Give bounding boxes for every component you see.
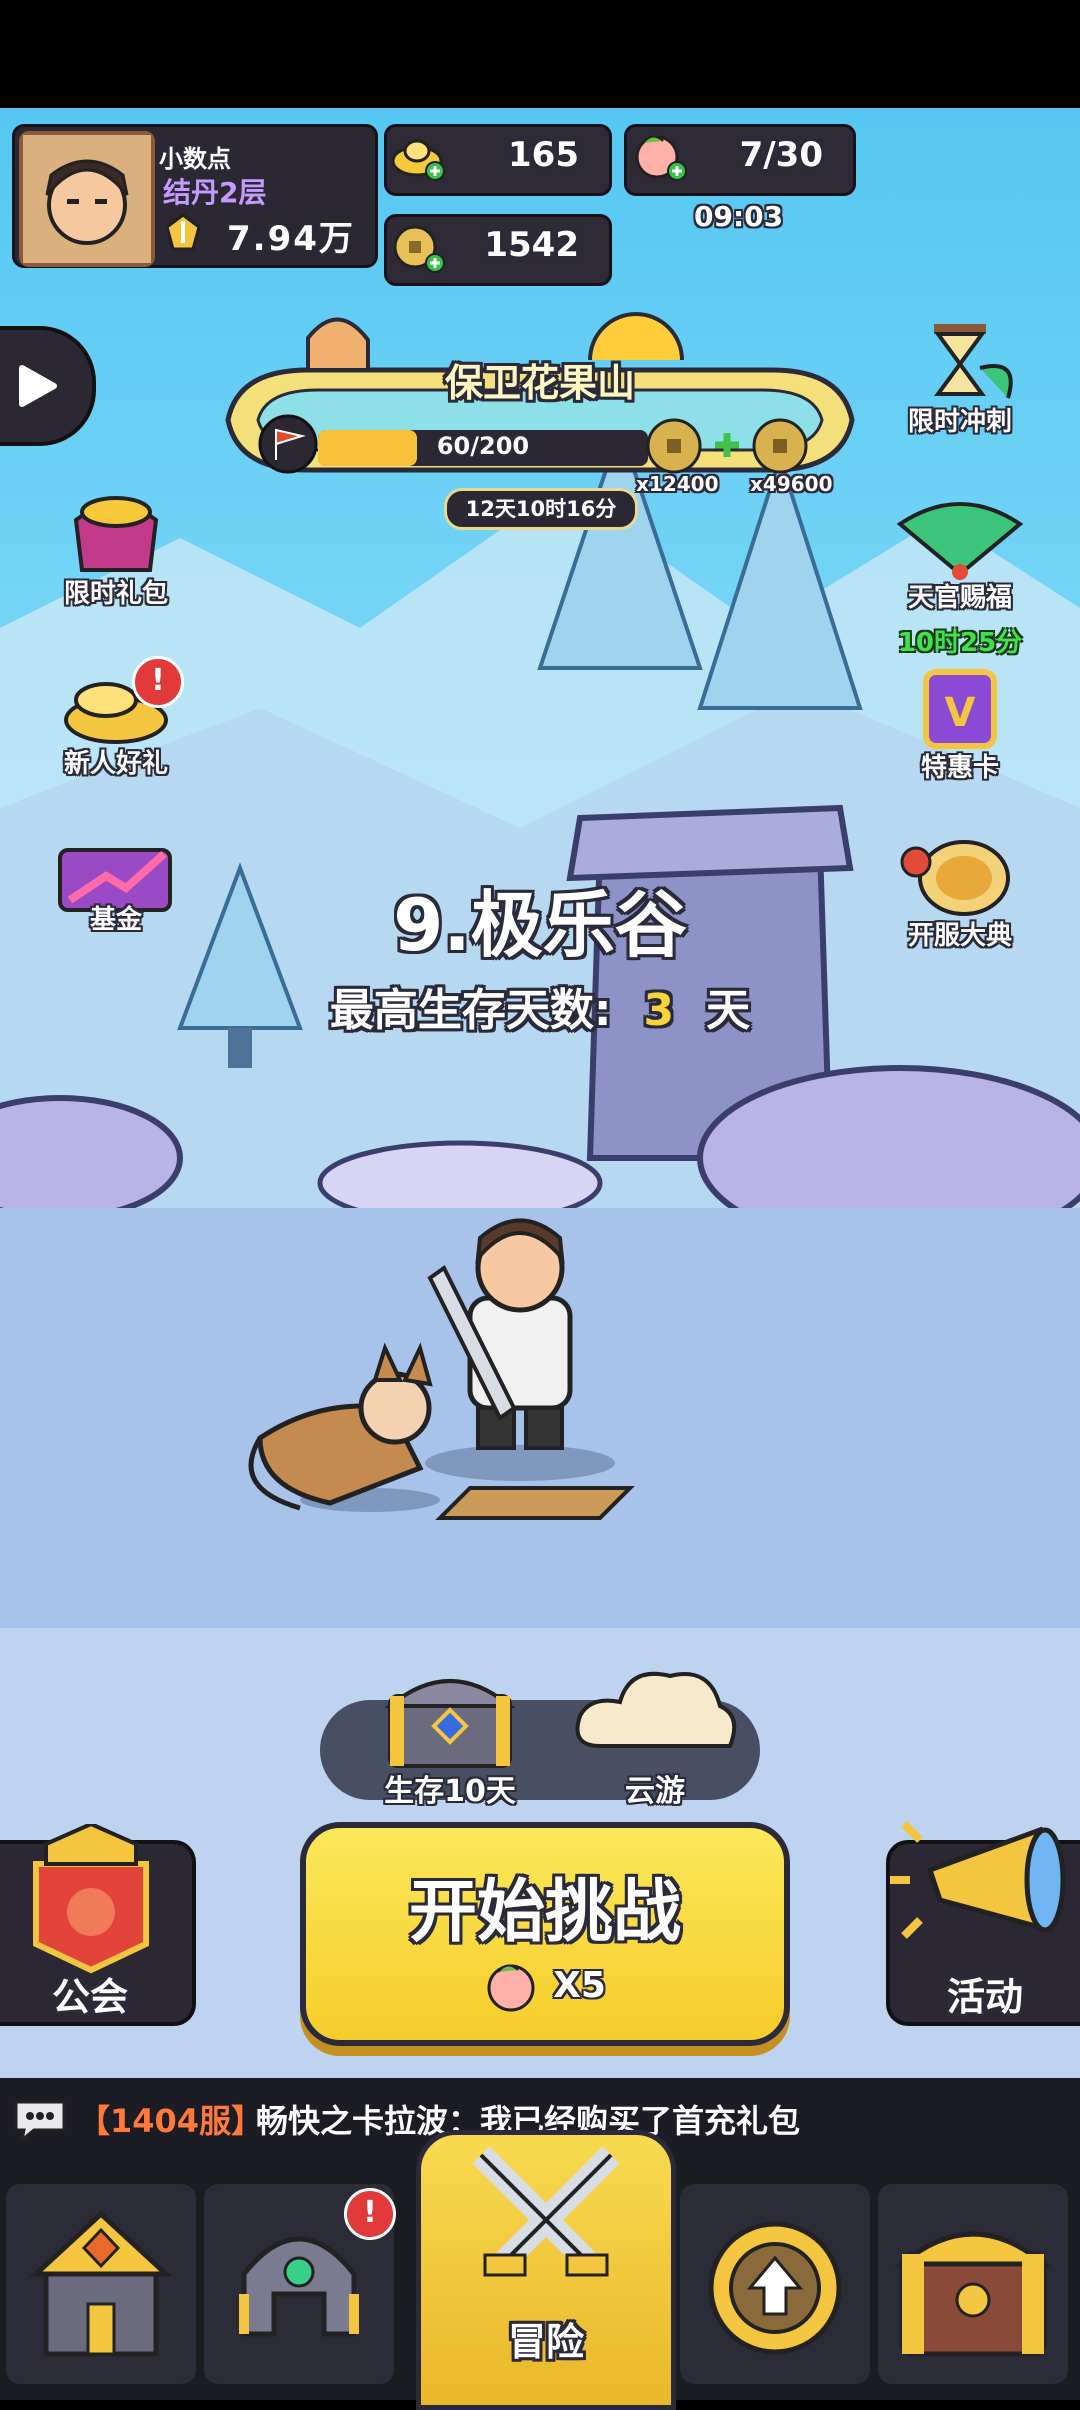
reward-coin-icon-2: [750, 416, 810, 476]
bottom-nav: ! 冒险: [0, 2130, 1080, 2410]
side-expand-button[interactable]: [0, 326, 96, 446]
reward-coin-icon-1: [644, 416, 704, 476]
player-name: 小数点: [159, 145, 231, 173]
limited-gift-label: 限时礼包: [63, 579, 168, 609]
reward-2-amount: x49600: [750, 472, 833, 496]
special-card-label: 特惠卡: [920, 753, 999, 783]
stamina-value: 7/30: [739, 135, 823, 175]
alert-badge-icon: !: [132, 656, 184, 708]
heavenly-blessing-button[interactable]: 天官赐福: [890, 494, 1030, 614]
coin-value: 1542: [484, 225, 579, 265]
gift-bag-icon: [73, 496, 159, 572]
limited-gift-button[interactable]: 限时礼包: [46, 490, 186, 610]
limited-sprint-label: 限时冲刺: [907, 407, 1012, 437]
shop-house-icon: [29, 2210, 173, 2357]
event-flag-icon: [258, 414, 318, 474]
power-value: 7.94万: [227, 219, 355, 259]
nav-treasure[interactable]: [878, 2184, 1068, 2384]
svg-text:V: V: [945, 690, 976, 736]
heavenly-blessing-timer: 10时25分: [897, 628, 1023, 658]
cloud-icon: [575, 1671, 737, 1748]
activity-button[interactable]: 活动: [886, 1821, 1080, 2026]
plus-icon: [712, 430, 742, 460]
heavenly-blessing-label: 天官赐福: [907, 583, 1012, 613]
peach-cost-icon: [484, 1958, 538, 2012]
stamina-timer: 09:03: [694, 200, 784, 233]
special-card-button[interactable]: V 特惠卡: [890, 664, 1030, 784]
hourglass-icon: [934, 324, 1013, 399]
peach-icon: [633, 131, 689, 181]
start-cost-value: X5: [553, 1964, 606, 2006]
upgrade-arrow-icon: [708, 2221, 842, 2355]
guild-banner-icon: [33, 1824, 149, 1974]
stamina-counter[interactable]: 7/30: [624, 124, 856, 196]
survival-chest-label: 生存10天: [384, 1774, 516, 1809]
power-icon: [163, 213, 203, 253]
best-survival-days: 3: [643, 985, 675, 1036]
nav-adventure-label: 冒险: [507, 2320, 584, 2364]
activity-label: 活动: [946, 1975, 1023, 2019]
limited-sprint-button[interactable]: 限时冲刺: [890, 318, 1030, 438]
player-panel[interactable]: 小数点 结丹2层 7.94万: [12, 124, 378, 268]
newbie-gift-label: 新人好礼: [63, 749, 168, 779]
treasure-chest-icon: [895, 2231, 1051, 2357]
chat-server: 【1404服】: [78, 2102, 264, 2140]
gold-ingot-value: 165: [508, 135, 579, 175]
cloud-travel-label: 云游: [625, 1774, 685, 1809]
event-title: 保卫花果山: [444, 361, 635, 405]
status-bar: [0, 0, 1080, 108]
equipment-alert-icon: !: [344, 2188, 396, 2240]
start-challenge-label: 开始挑战: [408, 1873, 681, 1952]
best-survival-unit: 天: [706, 985, 751, 1036]
guild-label: 公会: [51, 1975, 128, 2019]
start-cost: X5: [306, 1958, 784, 2012]
fan-icon: [896, 502, 1024, 580]
start-challenge-button[interactable]: 开始挑战 X5: [300, 1822, 790, 2046]
nav-equipment[interactable]: !: [204, 2184, 396, 2384]
event-banner[interactable]: 保卫花果山 60/200 x12400 x49600 12天10时16分: [218, 300, 862, 530]
guild-button[interactable]: 公会: [0, 1824, 196, 2026]
reward-1-amount: x12400: [636, 472, 719, 496]
survival-chest-button[interactable]: 生存10天: [370, 1656, 530, 1809]
event-progress-text: 60/200: [436, 432, 530, 460]
play-icon: [19, 365, 57, 407]
best-survival-label: 最高生存天数:: [329, 985, 612, 1036]
chest-icon: [384, 1679, 516, 1768]
crossed-swords-icon: [472, 2146, 620, 2277]
horn-icon: [890, 1821, 1066, 1939]
nav-upgrade[interactable]: [680, 2184, 870, 2384]
event-progress-track: 60/200: [318, 430, 648, 466]
stage-name: 9.极乐谷: [393, 883, 687, 967]
best-survival: 最高生存天数: 3 天: [0, 974, 1080, 1038]
gold-ingot-counter[interactable]: 165: [384, 124, 612, 196]
cloud-travel-button[interactable]: 云游: [570, 1656, 740, 1809]
event-countdown: 12天10时16分: [444, 488, 638, 530]
chat-icon: [12, 2098, 68, 2144]
gold-ingot-icon: [391, 131, 447, 181]
coin-counter[interactable]: 1542: [384, 214, 612, 286]
coin-icon: [391, 221, 447, 275]
avatar[interactable]: [19, 131, 155, 267]
player-realm: 结丹2层: [163, 176, 267, 209]
v-card-icon: V: [923, 669, 997, 749]
newbie-gift-button[interactable]: ! 新人好礼: [46, 656, 186, 780]
nav-adventure[interactable]: 冒险: [416, 2130, 676, 2410]
nav-home[interactable]: [6, 2184, 196, 2384]
